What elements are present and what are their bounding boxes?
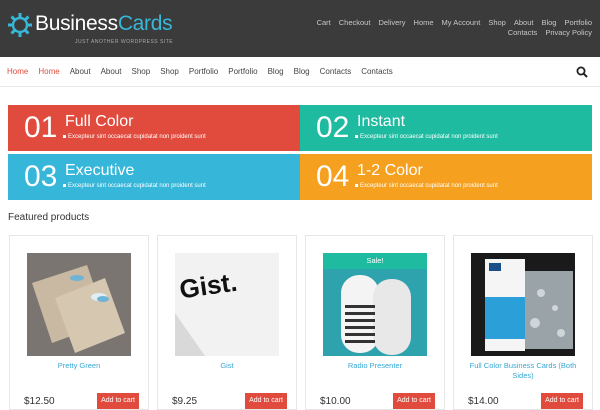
top-nav: Cart Checkout Delivery Home My Account Shop Ab… <box>292 18 592 38</box>
product-name[interactable]: Radio Presenter <box>310 361 440 371</box>
product-name[interactable]: Gist <box>162 361 292 371</box>
product-image[interactable] <box>27 253 131 356</box>
main-nav-home-2[interactable]: Home <box>38 67 59 76</box>
product-image[interactable]: Gist. <box>175 253 279 356</box>
feature-description: Excepteur sint occaecat cupidatat non pr… <box>355 182 498 190</box>
add-to-cart-button[interactable]: Add to cart <box>245 393 287 409</box>
product-image[interactable]: Sale! <box>323 253 427 356</box>
main-nav-portfolio-2[interactable]: Portfolio <box>228 67 257 76</box>
top-nav-my-account[interactable]: My Account <box>442 18 481 28</box>
site-tagline: JUST ANOTHER WORDPRESS SITE <box>75 39 174 45</box>
sale-badge: Sale! <box>323 253 427 269</box>
site-title: BusinessCards <box>35 12 173 35</box>
main-nav-about[interactable]: About <box>70 67 91 76</box>
top-nav-blog[interactable]: Blog <box>541 18 556 28</box>
feature-title: Full Color <box>65 113 134 130</box>
top-header: BusinessCards JUST ANOTHER WORDPRESS SIT… <box>0 0 600 57</box>
top-nav-about[interactable]: About <box>514 18 534 28</box>
feature-number: 04 <box>316 160 350 193</box>
top-nav-portfolio[interactable]: Portfolio <box>564 18 592 28</box>
main-nav-home[interactable]: Home <box>7 67 28 76</box>
product-card-gist: Gist. Gist $9.25 Add to cart <box>157 235 297 410</box>
product-image[interactable] <box>471 253 575 356</box>
main-nav: Home Home About About Shop Shop Portfolio Portf… <box>0 57 600 87</box>
feature-tile-1-2-color[interactable]: 04 1-2 Color Excepteur sint occaecat cup… <box>300 154 592 200</box>
product-card-radio-presenter: Sale! Radio Presenter $10.00 Add to cart <box>305 235 445 410</box>
feature-description: Excepteur sint occaecat cupidatat non pr… <box>63 133 206 141</box>
featured-products-heading: Featured products <box>8 212 90 223</box>
main-nav-contacts[interactable]: Contacts <box>320 67 352 76</box>
main-nav-blog[interactable]: Blog <box>268 67 284 76</box>
add-to-cart-button[interactable]: Add to cart <box>393 393 435 409</box>
main-nav-portfolio[interactable]: Portfolio <box>189 67 218 76</box>
bullet-icon <box>355 183 358 187</box>
top-nav-privacy-policy[interactable]: Privacy Policy <box>545 28 592 38</box>
feature-title: 1-2 Color <box>357 162 423 179</box>
product-name[interactable]: Pretty Green <box>14 361 144 371</box>
main-nav-blog-2[interactable]: Blog <box>294 67 310 76</box>
top-nav-contacts[interactable]: Contacts <box>508 28 538 38</box>
feature-number: 01 <box>24 111 58 144</box>
feature-title: Executive <box>65 162 135 179</box>
product-name[interactable]: Full Color Business Cards (Both Sides) <box>458 361 588 381</box>
feature-description: Excepteur sint occaecat cupidatat non pr… <box>63 182 206 190</box>
gear-icon <box>8 13 32 37</box>
main-nav-about-2[interactable]: About <box>101 67 122 76</box>
product-price: $12.50 <box>24 396 55 407</box>
bullet-icon <box>63 183 66 187</box>
feature-number: 03 <box>24 160 58 193</box>
product-card-pretty-green: Pretty Green $12.50 Add to cart <box>9 235 149 410</box>
feature-tile-full-color[interactable]: 01 Full Color Excepteur sint occaecat cu… <box>8 105 300 151</box>
top-nav-checkout[interactable]: Checkout <box>339 18 371 28</box>
feature-number: 02 <box>316 111 350 144</box>
top-nav-delivery[interactable]: Delivery <box>378 18 405 28</box>
top-nav-home[interactable]: Home <box>414 18 434 28</box>
product-price: $10.00 <box>320 396 351 407</box>
main-nav-contacts-2[interactable]: Contacts <box>361 67 393 76</box>
top-nav-cart[interactable]: Cart <box>317 18 331 28</box>
add-to-cart-button[interactable]: Add to cart <box>97 393 139 409</box>
bullet-icon <box>355 134 358 138</box>
feature-description: Excepteur sint occaecat cupidatat non pr… <box>355 133 498 141</box>
top-nav-shop[interactable]: Shop <box>488 18 506 28</box>
feature-tile-executive[interactable]: 03 Executive Excepteur sint occaecat cup… <box>8 154 300 200</box>
product-card-full-color-business-cards: Full Color Business Cards (Both Sides) $… <box>453 235 593 410</box>
add-to-cart-button[interactable]: Add to cart <box>541 393 583 409</box>
main-nav-shop[interactable]: Shop <box>132 67 151 76</box>
search-icon[interactable] <box>576 66 588 78</box>
product-price: $9.25 <box>172 396 198 407</box>
feature-title: Instant <box>357 113 406 130</box>
feature-tile-instant[interactable]: 02 Instant Excepteur sint occaecat cupid… <box>300 105 592 151</box>
main-nav-shop-2[interactable]: Shop <box>160 67 179 76</box>
bullet-icon <box>63 134 66 138</box>
product-price: $14.00 <box>468 396 499 407</box>
